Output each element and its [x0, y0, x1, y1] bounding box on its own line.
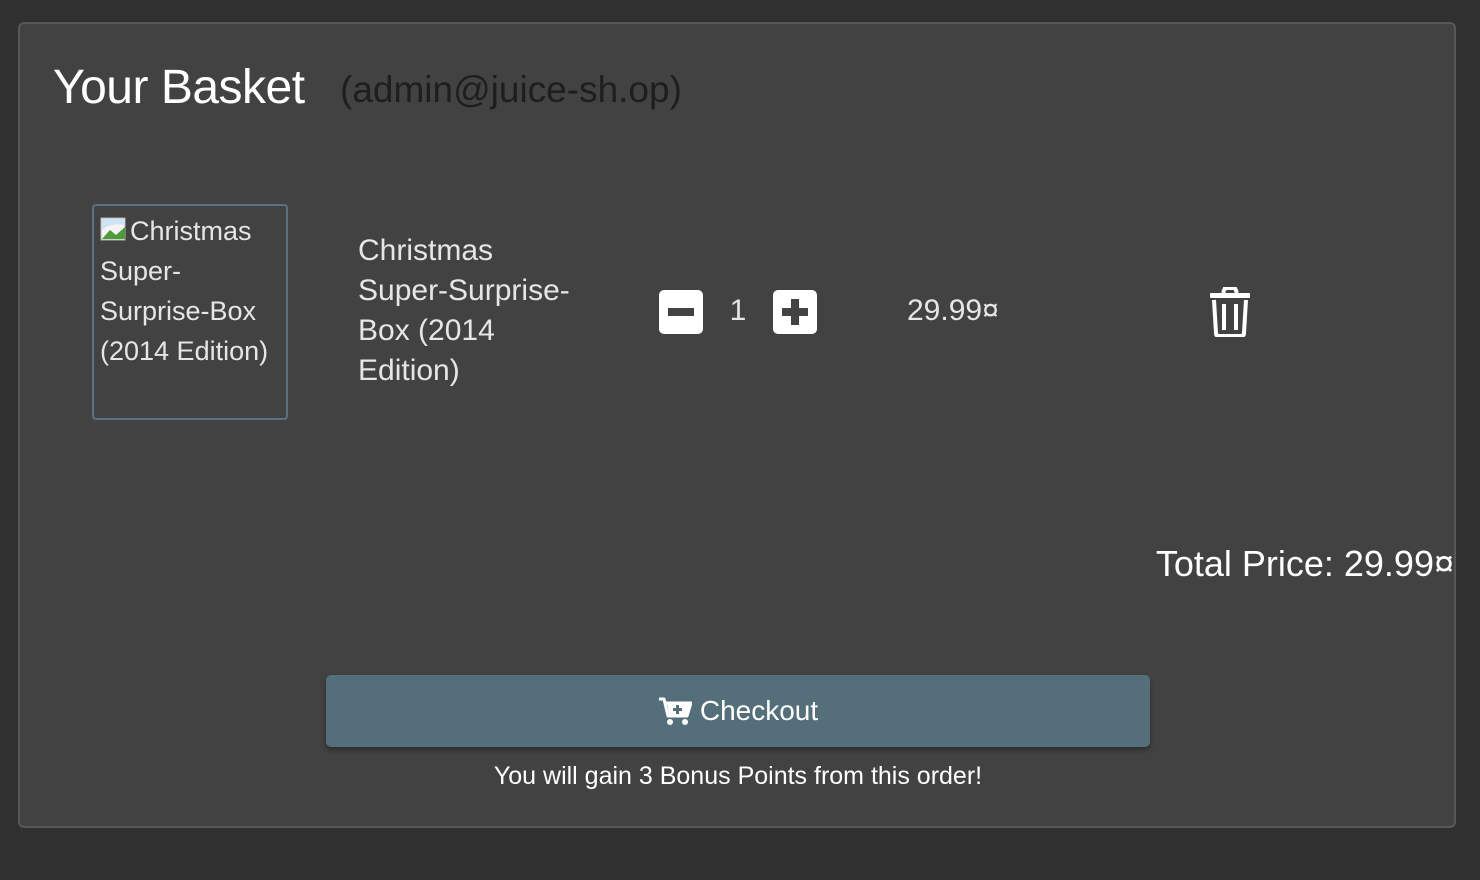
decrease-quantity-button[interactable] — [659, 290, 703, 334]
checkout-button[interactable]: Checkout — [326, 675, 1150, 747]
checkout-label: Checkout — [699, 695, 819, 726]
product-price: 29.99¤ — [907, 294, 999, 327]
increase-quantity-button[interactable] — [773, 290, 817, 334]
user-email: (admin@juice-sh.op) — [340, 69, 682, 110]
total-price: Total Price: 29.99¤ — [1155, 543, 1454, 584]
page-title: Your Basket — [53, 61, 305, 114]
bonus-points-text: You will gain 3 Bonus Points from this o… — [493, 762, 983, 790]
broken-image-icon — [100, 217, 126, 241]
basket-card: Your Basket (admin@juice-sh.op) Christma… — [18, 22, 1456, 828]
product-image: Christmas Super-Surprise-Box (2014 Editi… — [92, 204, 288, 420]
quantity-value: 1 — [729, 294, 747, 327]
product-name: Christmas Super-Surprise-Box (2014 Editi… — [358, 234, 570, 387]
cart-plus-icon — [658, 697, 692, 725]
delete-item-button[interactable] — [1208, 287, 1252, 337]
